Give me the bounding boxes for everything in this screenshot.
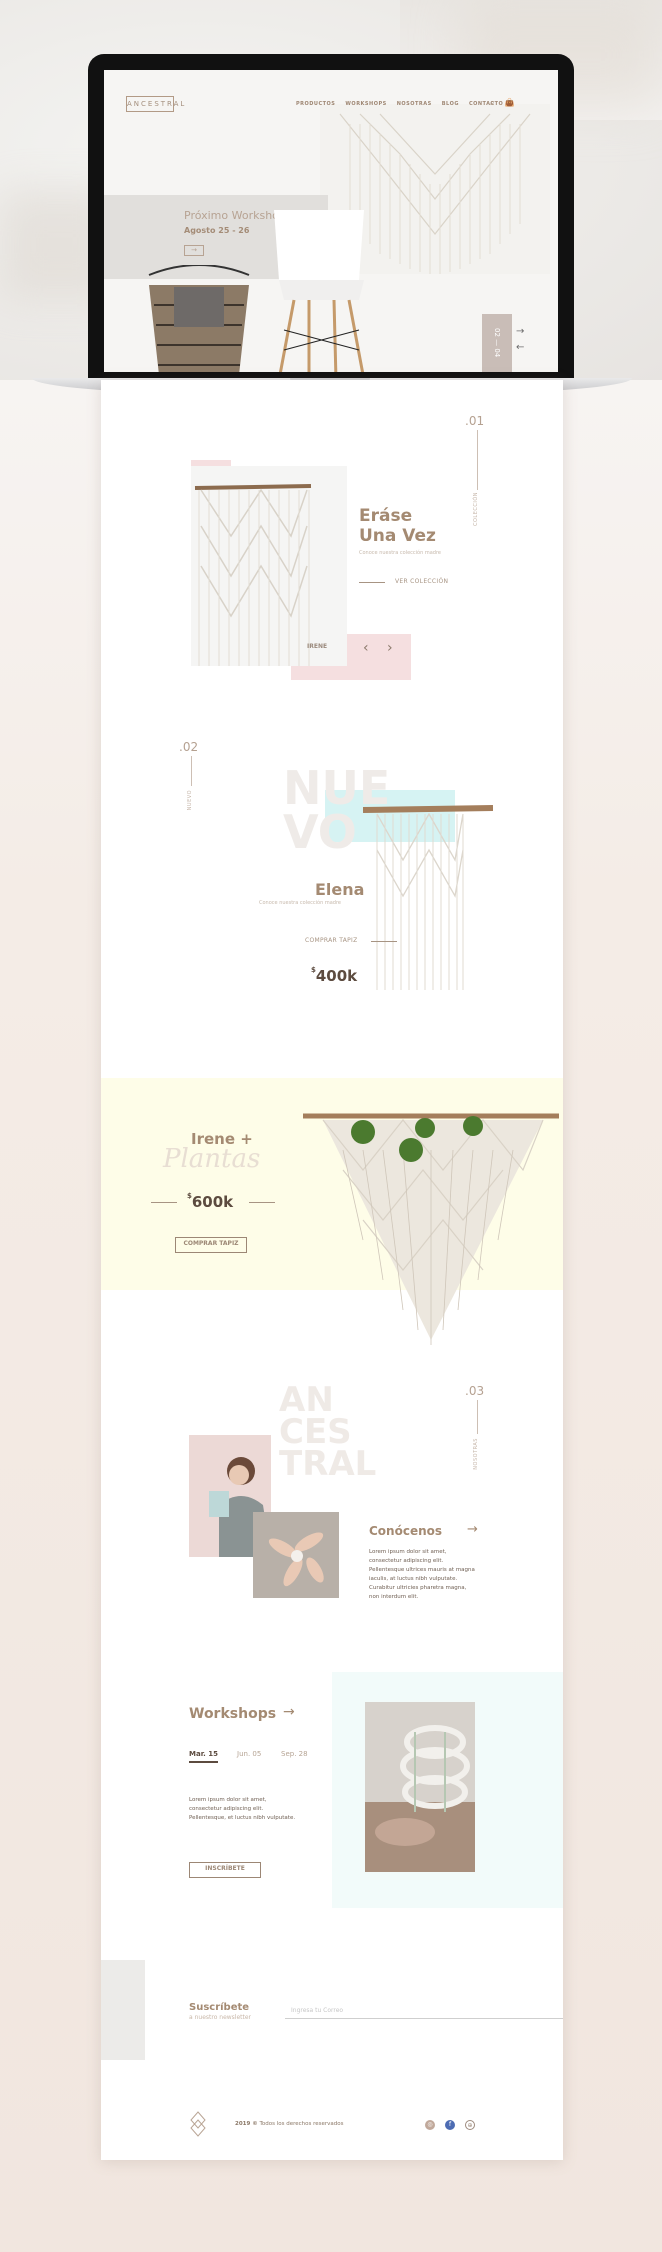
- divider: [359, 582, 385, 583]
- hero-button[interactable]: →: [184, 245, 204, 256]
- section-number: .03: [465, 1384, 485, 1398]
- brand-mark-icon: [190, 2111, 206, 2137]
- arrow-right-icon[interactable]: →: [283, 1704, 295, 1720]
- laptop-frame: ANCESTRAL PRODUCTOS WORKSHOPS NOSOTRAS B…: [88, 54, 574, 380]
- hero-slider-indicator: 02 — 04: [482, 314, 512, 372]
- brand-logo[interactable]: ANCESTRAL: [126, 96, 184, 112]
- price-value: 600k: [191, 1193, 234, 1211]
- elena-tapestry-image: [363, 805, 493, 990]
- section-label: NUEVO: [187, 790, 193, 811]
- page-card: .01 COLECCIÓN IRENE ‹ › Eráse Una Vez Co…: [101, 380, 563, 2160]
- divider: [249, 1202, 275, 1203]
- hero-date: Agosto 25 - 26: [184, 226, 250, 235]
- chair-image: [274, 210, 365, 372]
- newsletter-title: Suscríbete: [189, 2002, 250, 2013]
- nav-item-productos[interactable]: PRODUCTOS: [296, 101, 335, 107]
- tab-date[interactable]: Mar. 15: [189, 1750, 218, 1763]
- section-label: NOSOTRAS: [473, 1438, 479, 1470]
- decor-box: [101, 1960, 145, 2060]
- section-title: Una Vez: [359, 526, 436, 546]
- collection-image: [191, 466, 347, 666]
- section-title: Eráse: [359, 506, 413, 526]
- divider: [191, 756, 192, 786]
- section-number: .02: [179, 740, 199, 754]
- section-label: COLECCIÓN: [473, 492, 479, 527]
- buy-tapestry-button[interactable]: COMPRAR TAPIZ: [175, 1237, 247, 1253]
- price-value: 400k: [315, 967, 358, 985]
- chevron-left-icon[interactable]: ‹: [363, 640, 369, 656]
- hands-photo: [253, 1512, 339, 1598]
- nav-item-workshops[interactable]: WORKSHOPS: [345, 101, 386, 107]
- email-placeholder: Ingresa tu Correo: [291, 2007, 344, 2014]
- search-icon[interactable]: ⌕: [490, 98, 494, 108]
- irene-plants-image: [303, 1113, 559, 1345]
- main-nav: PRODUCTOS WORKSHOPS NOSOTRAS BLOG CONTAC…: [296, 101, 503, 107]
- product-price: $400k: [311, 966, 357, 985]
- workshop-photo: [365, 1702, 475, 1872]
- divider: [371, 941, 397, 942]
- tab-date[interactable]: Sep. 28: [281, 1750, 308, 1758]
- basket-image: [148, 265, 250, 372]
- chevron-right-icon[interactable]: ›: [387, 640, 393, 656]
- pinterest-icon[interactable]: ⊕: [465, 2120, 475, 2130]
- instagram-icon[interactable]: ◎: [425, 2120, 435, 2130]
- arrow-right-icon[interactable]: →: [467, 1522, 478, 1537]
- laptop-screen: ANCESTRAL PRODUCTOS WORKSHOPS NOSOTRAS B…: [104, 70, 558, 372]
- about-title: Conócenos: [369, 1524, 443, 1538]
- workshops-body: Lorem ipsum dolor sit amet, consectetur …: [189, 1797, 296, 1821]
- nav-item-nosotras[interactable]: NOSOTRAS: [397, 101, 432, 107]
- section-subtitle: Conoce nuestra colección madre: [359, 550, 441, 556]
- tab-date[interactable]: Jun. 05: [237, 1750, 261, 1758]
- product-tag: IRENE: [307, 643, 328, 650]
- email-input[interactable]: Ingresa tu Correo: [285, 2007, 563, 2019]
- buy-tapestry-link[interactable]: COMPRAR TAPIZ: [305, 937, 358, 944]
- arrow-right-icon[interactable]: →: [516, 324, 524, 340]
- section-number: .01: [465, 414, 485, 428]
- featured-price: $600k: [187, 1192, 233, 1211]
- nav-item-blog[interactable]: BLOG: [442, 101, 459, 107]
- featured-script-title: Plantas: [163, 1144, 261, 1174]
- product-subtitle: Conoce nuestra colección madre: [259, 900, 341, 906]
- nav-icons: ⌕ 👜: [490, 98, 514, 108]
- copyright-text: Todos los derechos reservados: [259, 2121, 344, 2127]
- big-text-line: TRAL: [279, 1444, 377, 1484]
- divider: [477, 1400, 478, 1434]
- big-watermark-text: AN CES TRAL: [279, 1383, 377, 1484]
- copyright-year: 2019 ©: [235, 2121, 258, 2127]
- view-collection-link[interactable]: VER COLECCIÓN: [395, 578, 448, 585]
- register-button[interactable]: INSCRÍBETE: [189, 1862, 261, 1878]
- divider: [151, 1202, 177, 1203]
- bag-icon[interactable]: 👜: [504, 98, 514, 108]
- footer-copyright: 2019 © Todos los derechos reservados: [235, 2121, 344, 2127]
- newsletter-subtitle: a nuestro newsletter: [189, 2014, 252, 2021]
- divider: [477, 430, 478, 490]
- facebook-icon[interactable]: f: [445, 2120, 455, 2130]
- workshops-title: Workshops: [189, 1706, 277, 1722]
- about-body: Lorem ipsum dolor sit amet, consectetur …: [369, 1549, 475, 1600]
- arrow-left-icon[interactable]: ←: [516, 340, 524, 356]
- hero-arrows: → ←: [516, 324, 524, 356]
- product-title: Elena: [315, 880, 365, 899]
